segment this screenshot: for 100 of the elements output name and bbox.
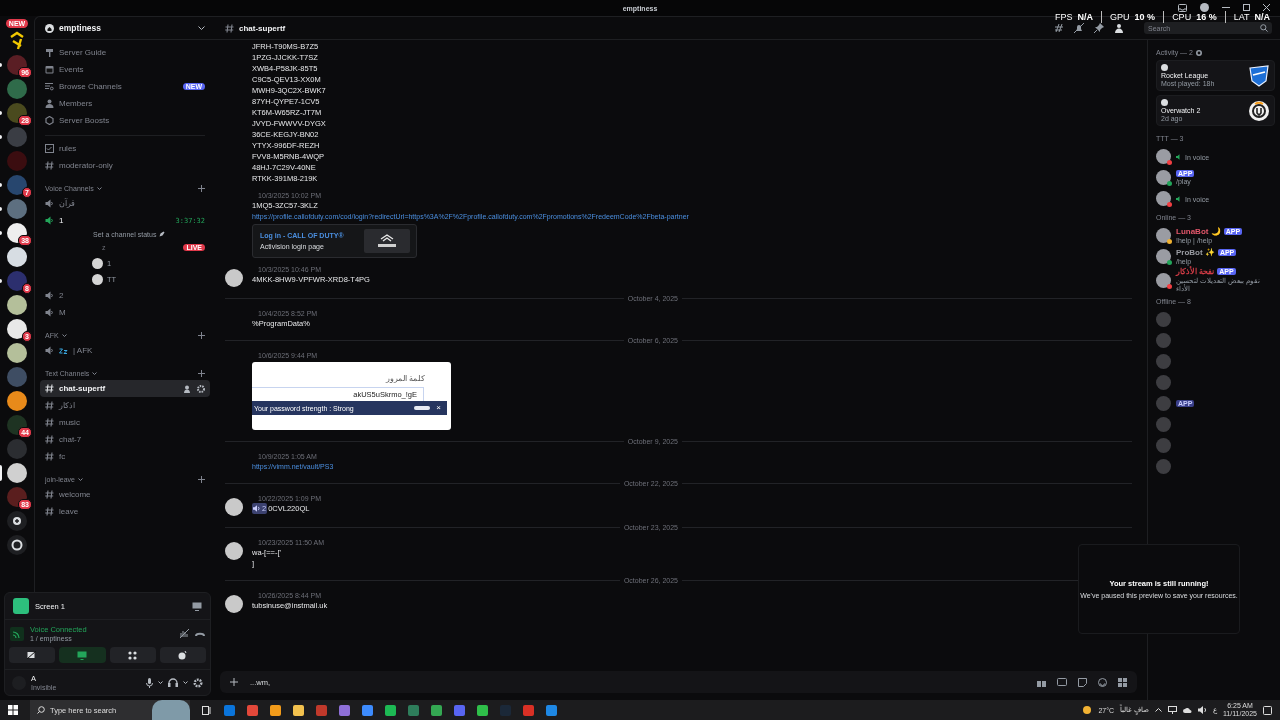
channel-item[interactable]: اذكار: [40, 397, 210, 414]
channel-item[interactable]: M: [40, 304, 210, 321]
channel-item[interactable]: 2: [40, 287, 210, 304]
soundboard-button[interactable]: [159, 647, 206, 663]
stat-value: N/A: [1254, 12, 1270, 22]
search-icon: [37, 706, 45, 714]
add-server-icon[interactable]: [7, 511, 27, 531]
stat-label: GPU: [1110, 12, 1130, 22]
sidebar-nav-item[interactable]: Events: [35, 61, 215, 78]
microphone-icon[interactable]: [146, 677, 153, 688]
screen-share-button[interactable]: [59, 647, 106, 663]
plus-icon[interactable]: [198, 185, 205, 192]
user-avatar[interactable]: [224, 269, 243, 287]
sidebar-nav-item[interactable]: Members: [35, 95, 215, 112]
notifications-icon[interactable]: [1263, 705, 1272, 715]
server-icon[interactable]: [7, 271, 27, 291]
plus-icon[interactable]: [230, 678, 238, 686]
gif-icon[interactable]: [1057, 678, 1067, 686]
emoji-icon[interactable]: [1098, 677, 1107, 687]
headphones-icon[interactable]: [168, 678, 178, 687]
server-header[interactable]: emptiness: [35, 17, 215, 40]
chevron-down-icon[interactable]: [183, 681, 188, 684]
pencil-icon[interactable]: [159, 231, 166, 237]
server-icon[interactable]: [7, 487, 27, 507]
chevron-down-icon: [96, 187, 102, 190]
taskbar-app-icon[interactable]: [385, 704, 396, 716]
pin-icon[interactable]: [1094, 23, 1104, 33]
server-icon[interactable]: [7, 223, 27, 243]
channel-item[interactable]: chat-supertf: [40, 380, 210, 397]
stat-value: 10 %: [1134, 12, 1156, 22]
chevron-up-icon[interactable]: [1155, 708, 1162, 712]
server-icon[interactable]: [7, 55, 27, 75]
taskbar-app-icon[interactable]: [362, 704, 373, 716]
taskbar-app-icon[interactable]: [247, 704, 258, 716]
camera-off-button[interactable]: [9, 647, 56, 663]
taskbar-app-icon[interactable]: [339, 704, 350, 716]
stat-label: LAT: [1233, 12, 1250, 22]
server-icon[interactable]: [7, 391, 27, 411]
plus-icon[interactable]: [198, 476, 205, 483]
cloud-icon[interactable]: [1183, 707, 1192, 713]
channel-item[interactable]: fc: [40, 448, 210, 465]
noise-off-icon[interactable]: [180, 629, 189, 638]
settings-icon[interactable]: [1195, 49, 1202, 56]
network-icon[interactable]: [1168, 706, 1177, 714]
windows-start-icon[interactable]: [8, 705, 18, 715]
settings-icon[interactable]: [197, 384, 205, 393]
close-button[interactable]: ×: [434, 404, 443, 412]
chevron-down-icon[interactable]: [158, 681, 163, 684]
plus-icon[interactable]: [198, 370, 205, 377]
taskbar-app-icon[interactable]: [477, 704, 488, 716]
server-icon[interactable]: [7, 463, 27, 483]
user-avatar[interactable]: [224, 498, 243, 516]
add-member-icon[interactable]: [184, 384, 192, 393]
channel-item[interactable]: chat-7: [40, 431, 210, 448]
channel-item[interactable]: welcome: [40, 486, 210, 503]
close-icon[interactable]: [1263, 4, 1270, 11]
stat-value: 16 %: [1196, 12, 1217, 22]
taskbar-app-icon[interactable]: [293, 704, 304, 716]
logo-thumbnail: [364, 229, 410, 253]
ring-logo-icon: [1248, 99, 1270, 122]
channel-item[interactable]: leave: [40, 503, 210, 520]
inbox-icon[interactable]: [1178, 3, 1187, 12]
server-icon[interactable]: [7, 319, 27, 339]
avatar: [1156, 375, 1171, 390]
threads-icon[interactable]: [1054, 23, 1064, 33]
server-icon[interactable]: [7, 343, 27, 363]
maximize-icon[interactable]: [1243, 4, 1250, 11]
compass-icon[interactable]: [7, 535, 27, 555]
search-highlight-picture: [152, 700, 190, 720]
taskbar-app-icon[interactable]: [431, 704, 442, 716]
signal-icon: [10, 626, 24, 641]
task-view-icon[interactable]: [202, 705, 212, 715]
server-icon[interactable]: [7, 295, 27, 315]
taskbar-app-icon[interactable]: [546, 704, 557, 716]
activities-button[interactable]: [109, 647, 156, 663]
server-icon[interactable]: [7, 247, 27, 267]
server-icon[interactable]: [7, 103, 27, 123]
search-icon: [1260, 24, 1268, 32]
apps-icon[interactable]: [1118, 677, 1127, 687]
hang-up-icon[interactable]: [195, 630, 205, 637]
volume-icon[interactable]: [1198, 706, 1207, 714]
sidebar-nav-item[interactable]: Server Boosts: [35, 112, 215, 129]
channel-item[interactable]: | AFK: [40, 342, 210, 359]
user-avatar[interactable]: [224, 542, 243, 560]
mute-bell-icon[interactable]: [1074, 23, 1084, 33]
plus-icon[interactable]: [198, 332, 205, 339]
signpost-icon: [45, 48, 54, 57]
monitor-icon[interactable]: [192, 601, 202, 611]
sticker-icon[interactable]: [1078, 677, 1087, 687]
channel-item[interactable]: moderator-only: [40, 157, 210, 174]
settings-icon[interactable]: [193, 677, 203, 688]
sidebar-nav-item[interactable]: Server Guide: [35, 44, 215, 61]
channel-item[interactable]: rules: [40, 140, 210, 157]
user-avatar[interactable]: [224, 595, 243, 613]
member-name: LunaBot 🌙: [1176, 227, 1221, 236]
taskbar-app-icon[interactable]: [270, 704, 281, 716]
channel-item[interactable]: music: [40, 414, 210, 431]
members-icon[interactable]: [1114, 23, 1124, 33]
server-icon[interactable]: [7, 415, 27, 435]
channel-item[interactable]: قرآن: [40, 195, 210, 212]
